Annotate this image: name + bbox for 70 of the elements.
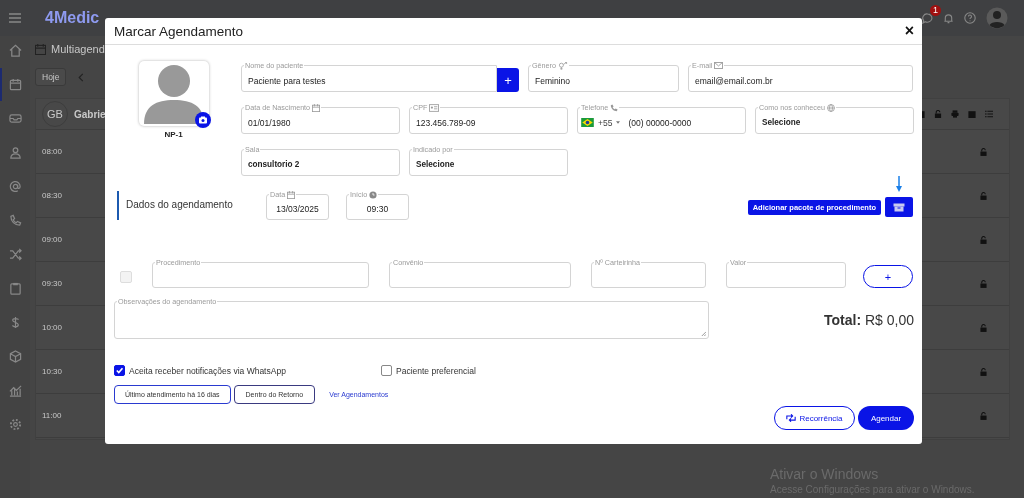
box-icon (893, 202, 905, 212)
list-icon[interactable] (985, 110, 993, 118)
id-card-icon (429, 103, 440, 112)
phone-icon[interactable] (8, 214, 22, 227)
today-button[interactable]: Hoje (35, 68, 67, 86)
lock-icon[interactable] (934, 110, 942, 118)
bell-icon[interactable] (943, 12, 954, 24)
time-label: 11:00 (42, 411, 62, 420)
page-title: Multiagend (51, 43, 105, 55)
chart-icon[interactable] (8, 384, 22, 397)
help-icon[interactable] (964, 12, 976, 24)
chevron-left-icon[interactable] (78, 72, 85, 82)
menu-icon[interactable] (9, 13, 21, 23)
mail-icon (714, 62, 724, 69)
professional-name: Gabrie (74, 108, 106, 120)
add-button[interactable]: + (863, 265, 913, 288)
camera-icon[interactable] (194, 112, 211, 128)
chat-icon[interactable] (922, 12, 933, 24)
calendar-icon[interactable] (8, 78, 22, 91)
add-patient-button[interactable]: + (497, 68, 519, 92)
cube-icon[interactable] (8, 350, 22, 363)
dialog-title: Marcar Agendamento (114, 23, 244, 39)
section-title: Dados do agendamento (117, 191, 249, 220)
time-label: 10:30 (42, 367, 63, 376)
time-label: 10:00 (42, 323, 63, 332)
phone-icon (610, 103, 619, 112)
clock-icon (369, 190, 378, 199)
gender-icon (558, 61, 568, 70)
resize-grip-icon[interactable] (701, 331, 706, 336)
schedule-button[interactable]: Agendar (858, 406, 914, 430)
lock-icon[interactable] (980, 235, 987, 244)
checkbox[interactable] (114, 365, 125, 376)
lock-icon[interactable] (980, 411, 987, 420)
lock-icon[interactable] (980, 279, 987, 288)
calendar-icon (287, 190, 296, 199)
lock-icon[interactable] (980, 367, 987, 376)
time-label: 08:30 (42, 191, 63, 200)
package-button[interactable] (885, 197, 913, 217)
lock-icon[interactable] (980, 147, 987, 156)
avatar-icon[interactable] (986, 7, 1008, 29)
home-icon[interactable] (8, 44, 22, 57)
time-label: 09:30 (42, 279, 63, 288)
patient-code: NP-1 (164, 130, 183, 139)
checkbox[interactable] (381, 365, 392, 376)
checkbox-label: Paciente preferencial (396, 365, 476, 376)
arrow-down-icon (896, 176, 902, 192)
time-label: 08:00 (42, 147, 63, 156)
calendar-icon (312, 103, 321, 112)
recurrence-button[interactable]: Recorrência (774, 406, 855, 430)
close-button[interactable]: × (904, 24, 914, 38)
calendar-icon[interactable] (968, 110, 976, 118)
time-label: 09:00 (42, 235, 63, 244)
total-amount: Total: R$ 0,00 (824, 312, 914, 328)
repeat-icon (786, 414, 797, 422)
caret-icon[interactable] (616, 121, 621, 124)
printer-icon[interactable] (951, 110, 959, 118)
inbox-icon[interactable] (8, 112, 22, 125)
shuffle-icon[interactable] (8, 248, 22, 261)
user-icon[interactable] (8, 146, 22, 159)
lock-icon[interactable] (980, 191, 987, 200)
gear-icon[interactable] (8, 418, 22, 431)
at-sign-icon[interactable] (8, 180, 22, 193)
calendar-icon (35, 43, 46, 55)
notification-badge: 1 (930, 4, 941, 16)
checkbox-label: Aceita receber notificações via WhatsApp (129, 365, 286, 376)
flag-icon[interactable] (581, 118, 594, 127)
globe-icon (826, 103, 835, 112)
logo: 4Medic (45, 9, 100, 27)
clipboard-icon[interactable] (8, 282, 22, 295)
lock-icon[interactable] (980, 323, 987, 332)
